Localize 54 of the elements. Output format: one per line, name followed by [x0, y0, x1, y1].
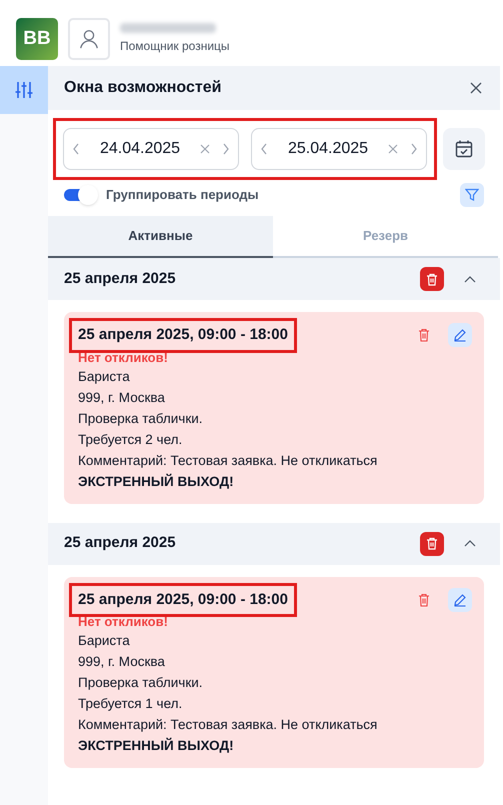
detail-line: Бариста — [78, 632, 131, 650]
edit-button[interactable] — [448, 323, 472, 347]
user-icon — [78, 28, 100, 50]
date-field[interactable]: 25.04.2025 — [251, 128, 427, 170]
detail-line: Проверка таблички. — [78, 410, 204, 428]
chevron-right-icon[interactable] — [222, 143, 230, 155]
calendar-icon — [454, 139, 474, 159]
trash-icon — [426, 272, 438, 286]
panel-title: Окна возможностей — [64, 78, 222, 98]
toggle-label: Группировать периоды — [106, 186, 259, 204]
alert-text: Нет откликов! — [78, 614, 169, 630]
trash-icon[interactable] — [418, 592, 430, 606]
calendar-button[interactable] — [443, 128, 485, 170]
shift-card[interactable]: 25 апреля 2025, 09:00 - 18:00 Нет откликов! Бариста 999, г. Москва Проверка таблички. Требуется 2 чел. Комментарий: Тестовая заявка. Не откликаться ЭКСТРЕННЫЙ ВЫХОД! — [64, 312, 484, 504]
pencil-icon — [453, 592, 467, 606]
trash-icon — [426, 537, 438, 550]
collapse-icon[interactable] — [464, 276, 476, 282]
clear-icon[interactable] — [388, 144, 398, 154]
collapse-icon[interactable] — [464, 540, 476, 547]
date-field[interactable]: 24.04.2025 — [63, 128, 239, 170]
detail-line: 999, г. Москва — [78, 388, 166, 406]
chevron-right-icon[interactable] — [410, 143, 418, 155]
detail-line: Требуется 1 чел. — [78, 695, 184, 713]
detail-line: Требуется 2 чел. — [78, 430, 184, 449]
group-title: 25 апреля 2025 — [64, 533, 176, 554]
shift-card[interactable]: 25 апреля 2025, 09:00 - 18:00 Нет откликов! Бариста 999, г. Москва Проверка таблички. Требуется 1 чел. Комментарий: Тестовая заявка. Не откликаться ЭКСТРЕННЫЙ ВЫХОД! — [64, 576, 484, 768]
user-role: Помощник розницы — [120, 38, 230, 55]
delete-group-button[interactable] — [420, 532, 444, 556]
detail-line: Бариста — [78, 368, 131, 386]
card-title: 25 апреля 2025, 09:00 - 18:00 — [69, 582, 297, 617]
detail-line: Проверка таблички. — [78, 674, 204, 692]
group-title: 25 апреля 2025 — [64, 268, 176, 289]
avatar-button[interactable] — [68, 18, 110, 60]
card-title: 25 апреля 2025, 09:00 - 18:00 — [69, 318, 297, 352]
pencil-icon — [453, 328, 467, 342]
detail-line: Комментарий: Тестовая заявка. Не откликаться — [78, 452, 378, 470]
trash-icon[interactable] — [418, 328, 430, 342]
tab[interactable]: Активные — [48, 216, 273, 258]
edit-button[interactable] — [448, 588, 472, 612]
clear-icon[interactable] — [200, 144, 210, 154]
filters-button[interactable] — [0, 66, 48, 114]
alert-text: Нет откликов! — [78, 350, 169, 366]
detail-line: Комментарий: Тестовая заявка. Не откликаться — [78, 716, 378, 734]
chevron-left-icon[interactable] — [260, 143, 268, 155]
detail-line: 999, г. Москва — [78, 653, 166, 671]
emergency-text: ЭКСТРЕННЫЙ ВЫХОД! — [78, 472, 235, 491]
sliders-icon — [14, 80, 34, 100]
app-logo: BB — [16, 18, 58, 60]
filter-icon — [465, 188, 479, 202]
chevron-left-icon[interactable] — [72, 143, 80, 155]
emergency-text: ЭКСТРЕННЫЙ ВЫХОД! — [78, 736, 235, 755]
delete-group-button[interactable] — [420, 267, 444, 291]
filter-button[interactable] — [460, 183, 484, 207]
close-icon[interactable] — [470, 82, 482, 94]
